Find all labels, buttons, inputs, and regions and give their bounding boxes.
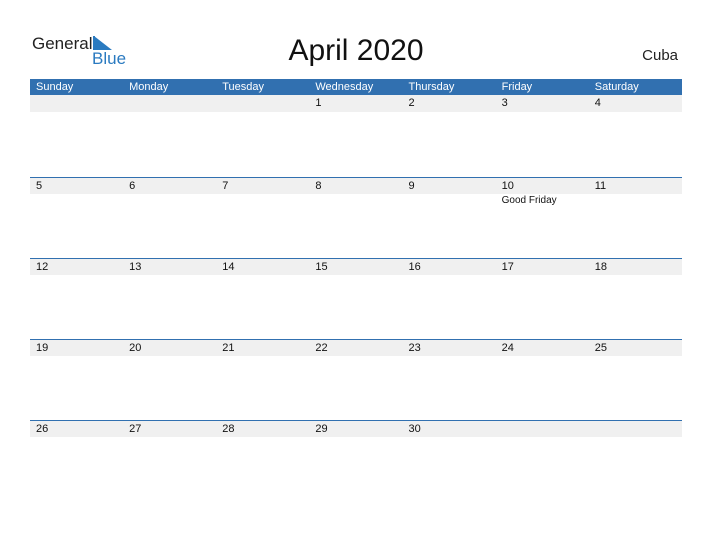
day-number: 3 (501, 97, 508, 109)
day-event (30, 275, 123, 276)
day-number: 24 (501, 342, 514, 354)
day-event (30, 356, 123, 357)
week-row: 12 13 14 15 16 17 18 (30, 258, 682, 339)
day-event (123, 437, 216, 438)
day-number (496, 421, 589, 437)
events-row (30, 437, 682, 438)
day-event (216, 437, 309, 438)
day-number (216, 95, 309, 112)
date-bar: 12 13 14 15 16 17 18 (30, 259, 682, 275)
day-number: 13 (129, 261, 142, 273)
day-event (589, 194, 682, 207)
day-event (403, 275, 496, 276)
weekday-monday: Monday (129, 81, 169, 93)
events-row (30, 356, 682, 357)
week-row: 26 27 28 29 30 (30, 420, 682, 501)
day-number (589, 421, 682, 437)
day-number: 27 (129, 423, 142, 435)
day-number: 20 (129, 342, 142, 354)
day-number: 9 (408, 180, 415, 192)
date-bar: 5 6 7 8 9 10 11 (30, 178, 682, 194)
day-event (309, 356, 402, 357)
day-number: 19 (36, 342, 49, 354)
day-event (589, 356, 682, 357)
day-event (30, 437, 123, 438)
weekday-friday: Friday (501, 81, 533, 93)
day-number: 2 (408, 97, 415, 109)
page-title: April 2020 (288, 34, 424, 67)
week-row: 1 2 3 4 (30, 95, 682, 177)
week-row: 5 6 7 8 9 10 11 Good Friday (30, 177, 682, 258)
country-label: Cuba (642, 47, 678, 64)
day-event (309, 275, 402, 276)
day-number: 17 (501, 261, 514, 273)
day-event (216, 356, 309, 357)
week-row: 19 20 21 22 23 24 25 (30, 339, 682, 420)
day-number: 21 (222, 342, 235, 354)
day-event (403, 112, 496, 113)
day-number: 16 (408, 261, 421, 273)
day-event (123, 112, 216, 113)
day-number: 26 (36, 423, 49, 435)
day-event (309, 112, 402, 113)
day-event (216, 194, 309, 207)
day-event (309, 437, 402, 438)
day-number: 14 (222, 261, 235, 273)
day-event (123, 194, 216, 207)
weekday-wednesday: Wednesday (315, 81, 374, 93)
day-event (309, 194, 402, 207)
day-event (123, 275, 216, 276)
day-number: 8 (315, 180, 322, 192)
day-number: 25 (594, 342, 607, 354)
day-event (216, 275, 309, 276)
day-event (403, 356, 496, 357)
weekday-thursday: Thursday (408, 81, 455, 93)
day-number: 30 (408, 423, 421, 435)
day-number: 22 (315, 342, 328, 354)
events-row (30, 275, 682, 276)
day-number: 4 (594, 97, 601, 109)
calendar: Sunday Monday Tuesday Wednesday Thursday… (30, 79, 682, 501)
day-number: 11 (594, 180, 607, 192)
day-number: 15 (315, 261, 328, 273)
day-number: 28 (222, 423, 235, 435)
date-bar: 26 27 28 29 30 (30, 421, 682, 437)
weekday-sunday: Sunday (36, 81, 74, 93)
day-event (496, 112, 589, 113)
day-event: Good Friday (501, 195, 557, 206)
events-row (30, 112, 682, 113)
weekday-header: Sunday Monday Tuesday Wednesday Thursday… (30, 79, 682, 95)
day-number (30, 95, 123, 112)
day-number: 6 (129, 180, 136, 192)
day-number: 1 (315, 97, 322, 109)
day-event (403, 194, 496, 207)
day-number: 5 (36, 180, 43, 192)
day-event (30, 112, 123, 113)
day-number: 7 (222, 180, 229, 192)
day-event (30, 194, 123, 207)
day-number: 12 (36, 261, 49, 273)
day-event (403, 437, 496, 438)
date-bar: 19 20 21 22 23 24 25 (30, 340, 682, 356)
day-event (496, 437, 589, 438)
weekday-tuesday: Tuesday (222, 81, 265, 93)
weekday-saturday: Saturday (594, 81, 639, 93)
day-event (589, 437, 682, 438)
day-number: 18 (594, 261, 607, 273)
day-event (589, 112, 682, 113)
date-bar: 1 2 3 4 (30, 95, 682, 112)
day-event (496, 356, 589, 357)
events-row: Good Friday (30, 194, 682, 207)
day-event (123, 356, 216, 357)
day-event (589, 275, 682, 276)
day-event (216, 112, 309, 113)
day-number: 10 (501, 180, 514, 192)
day-number (123, 95, 216, 112)
day-number: 29 (315, 423, 328, 435)
day-number: 23 (408, 342, 421, 354)
day-event (496, 275, 589, 276)
